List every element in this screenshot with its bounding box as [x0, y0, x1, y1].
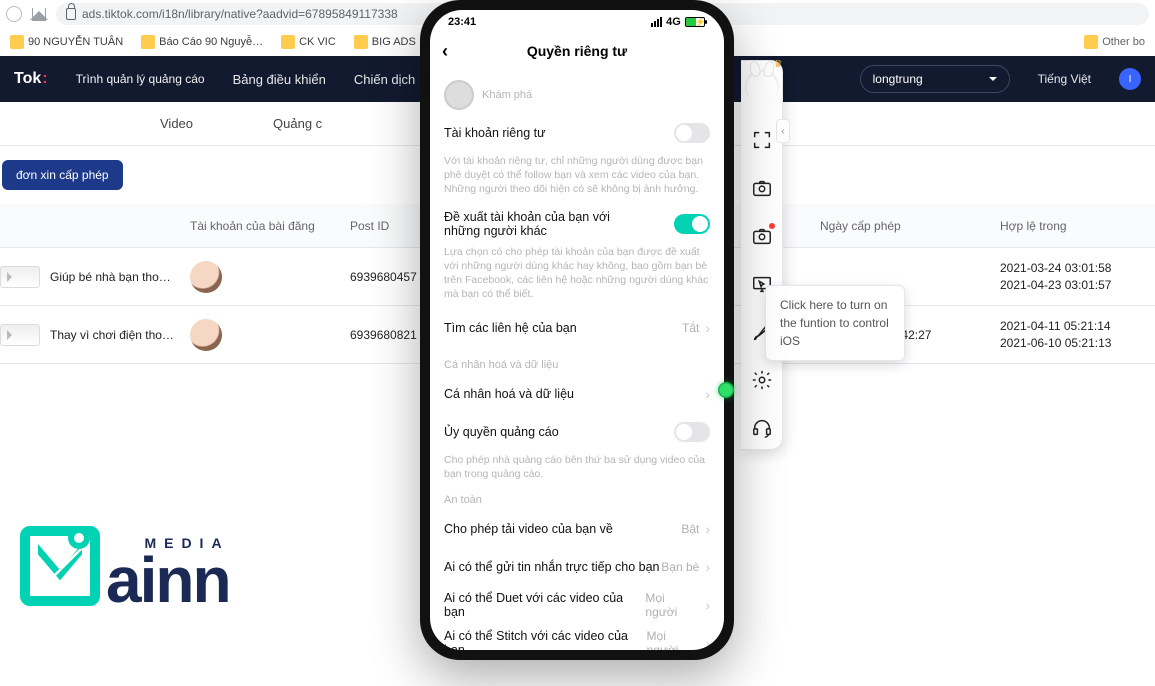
valid-range: 2021-03-24 03:01:582021-04-23 03:01:57 — [1000, 260, 1155, 294]
chevron-right-icon: › — [705, 559, 710, 575]
battery-icon — [685, 17, 705, 27]
row-download[interactable]: Cho phép tải video của bạn về Bật› — [444, 510, 710, 548]
row-find-contacts[interactable]: Tìm các liên hệ của bạn Tắt› — [444, 309, 710, 347]
tab-quangcao[interactable]: Quảng c — [273, 116, 322, 131]
folder-icon — [10, 35, 24, 49]
network-label: 4G — [666, 16, 681, 28]
th-date[interactable]: Ngày cấp phép — [820, 219, 1000, 233]
tooltip: Click here to turn on the funtion to con… — [765, 285, 905, 361]
other-bookmarks[interactable]: Other bo — [1084, 35, 1145, 49]
url-text: ads.tiktok.com/i18n/library/native?aadvi… — [82, 7, 398, 21]
camera-icon[interactable] — [751, 177, 773, 199]
record-icon[interactable] — [751, 225, 773, 247]
header-subtitle: Trình quản lý quảng cáo — [76, 72, 205, 86]
bookmark-item[interactable]: Báo Cáo 90 Nguyễ… — [141, 35, 263, 49]
post-avatar[interactable] — [190, 319, 222, 351]
profile-placeholder — [444, 80, 474, 110]
account-dropdown[interactable]: longtrung — [860, 65, 1010, 93]
chevron-right-icon: › — [705, 521, 710, 537]
toggle-suggest[interactable] — [674, 214, 710, 234]
language-select[interactable]: Tiếng Việt — [1038, 72, 1091, 86]
nav-campaign[interactable]: Chiến dịch — [354, 72, 415, 87]
row-stitch[interactable]: Ai có thể Stitch với các video của bạn M… — [444, 624, 710, 650]
bookmark-item[interactable]: CK VIC — [281, 35, 336, 49]
account-name: longtrung — [873, 72, 923, 86]
row-suggest-account[interactable]: Đề xuất tài khoản của bạn với những ngườ… — [444, 205, 710, 243]
permit-button[interactable]: đơn xin cấp phép — [2, 160, 123, 190]
bookmark-item[interactable]: BIG ADS — [354, 35, 416, 49]
collapse-handle[interactable]: ‹ — [776, 119, 790, 143]
phone-frame: 23:41 4G ⚡ ‹ Quyền riêng tư Khám phá Tài… — [420, 0, 734, 660]
toggle-ad-auth[interactable] — [674, 422, 710, 442]
video-thumbnail[interactable] — [0, 324, 40, 346]
desc-ad-auth: Cho phép nhà quảng cáo bên thứ ba sử dụn… — [444, 453, 710, 481]
chevron-right-icon: › — [705, 597, 710, 613]
reload-icon[interactable] — [6, 6, 22, 22]
desc-suggest: Lựa chọn có cho phép tài khoản của bạn đ… — [444, 245, 710, 302]
row-personalization[interactable]: Cá nhân hoá và dữ liệu › — [444, 375, 710, 413]
valid-range: 2021-04-11 05:21:142021-06-10 05:21:13 — [1000, 318, 1155, 352]
fullscreen-icon[interactable] — [751, 129, 773, 151]
th-valid: Hợp lệ trong — [1000, 219, 1155, 233]
row-private-account[interactable]: Tài khoản riêng tư — [444, 114, 710, 152]
video-title: Giúp bé nhà bạn tho… — [50, 270, 171, 284]
th-account: Tài khoản của bài đăng — [190, 219, 350, 233]
chevron-right-icon: › — [705, 635, 710, 650]
back-icon[interactable]: ‹ — [442, 41, 448, 62]
settings-icon[interactable] — [751, 369, 773, 391]
row-ad-auth[interactable]: Ủy quyền quảng cáo — [444, 413, 710, 451]
tab-video[interactable]: Video — [160, 116, 193, 131]
nav-dashboard[interactable]: Bảng điều khiển — [233, 72, 326, 87]
logo-text: ainn — [106, 555, 230, 606]
chevron-down-icon — [989, 77, 997, 85]
status-time: 23:41 — [448, 16, 476, 28]
crown-icon: ♛ — [774, 59, 783, 70]
row-duet[interactable]: Ai có thể Duet với các video của bạn Mọi… — [444, 586, 710, 624]
video-title: Thay vì chơi điện tho… — [50, 328, 174, 342]
section-safety: An toàn — [444, 494, 710, 506]
post-avatar[interactable] — [190, 261, 222, 293]
section-discover: Khám phá — [444, 80, 710, 110]
chevron-right-icon: › — [705, 386, 710, 402]
status-bar: 23:41 4G ⚡ — [430, 10, 724, 34]
home-icon[interactable] — [32, 8, 46, 21]
watermark-logo: MEDIA ainn — [20, 526, 230, 606]
tool-rail: ♛ ‹ — [741, 60, 783, 450]
remote-cursor — [718, 382, 734, 398]
folder-icon — [141, 35, 155, 49]
signal-icon — [651, 17, 662, 27]
desc-private: Với tài khoản riêng tư, chỉ những người … — [444, 154, 710, 197]
video-thumbnail[interactable] — [0, 266, 40, 288]
chevron-right-icon: › — [705, 320, 710, 336]
toggle-private[interactable] — [674, 123, 710, 143]
headset-icon[interactable] — [751, 417, 773, 439]
folder-icon — [354, 35, 368, 49]
phone-navbar: ‹ Quyền riêng tư — [430, 34, 724, 68]
folder-icon — [1084, 35, 1098, 49]
lock-icon — [66, 8, 76, 20]
bookmark-item[interactable]: 90 NGUYỄN TUÂN — [10, 35, 123, 49]
folder-icon — [281, 35, 295, 49]
logo-tag: MEDIA — [144, 535, 229, 551]
mascot-icon[interactable]: ♛ — [745, 69, 779, 103]
logo-dot — [68, 527, 90, 549]
avatar[interactable]: I — [1119, 68, 1141, 90]
row-dm[interactable]: Ai có thể gửi tin nhắn trực tiếp cho bạn… — [444, 548, 710, 586]
rec-dot-icon — [769, 223, 775, 229]
phone-title: Quyền riêng tư — [527, 43, 627, 59]
logo[interactable]: Tok — [14, 70, 48, 88]
phone-screen: 23:41 4G ⚡ ‹ Quyền riêng tư Khám phá Tài… — [430, 10, 724, 650]
section-personalization: Cá nhân hoá và dữ liệu — [444, 359, 710, 371]
